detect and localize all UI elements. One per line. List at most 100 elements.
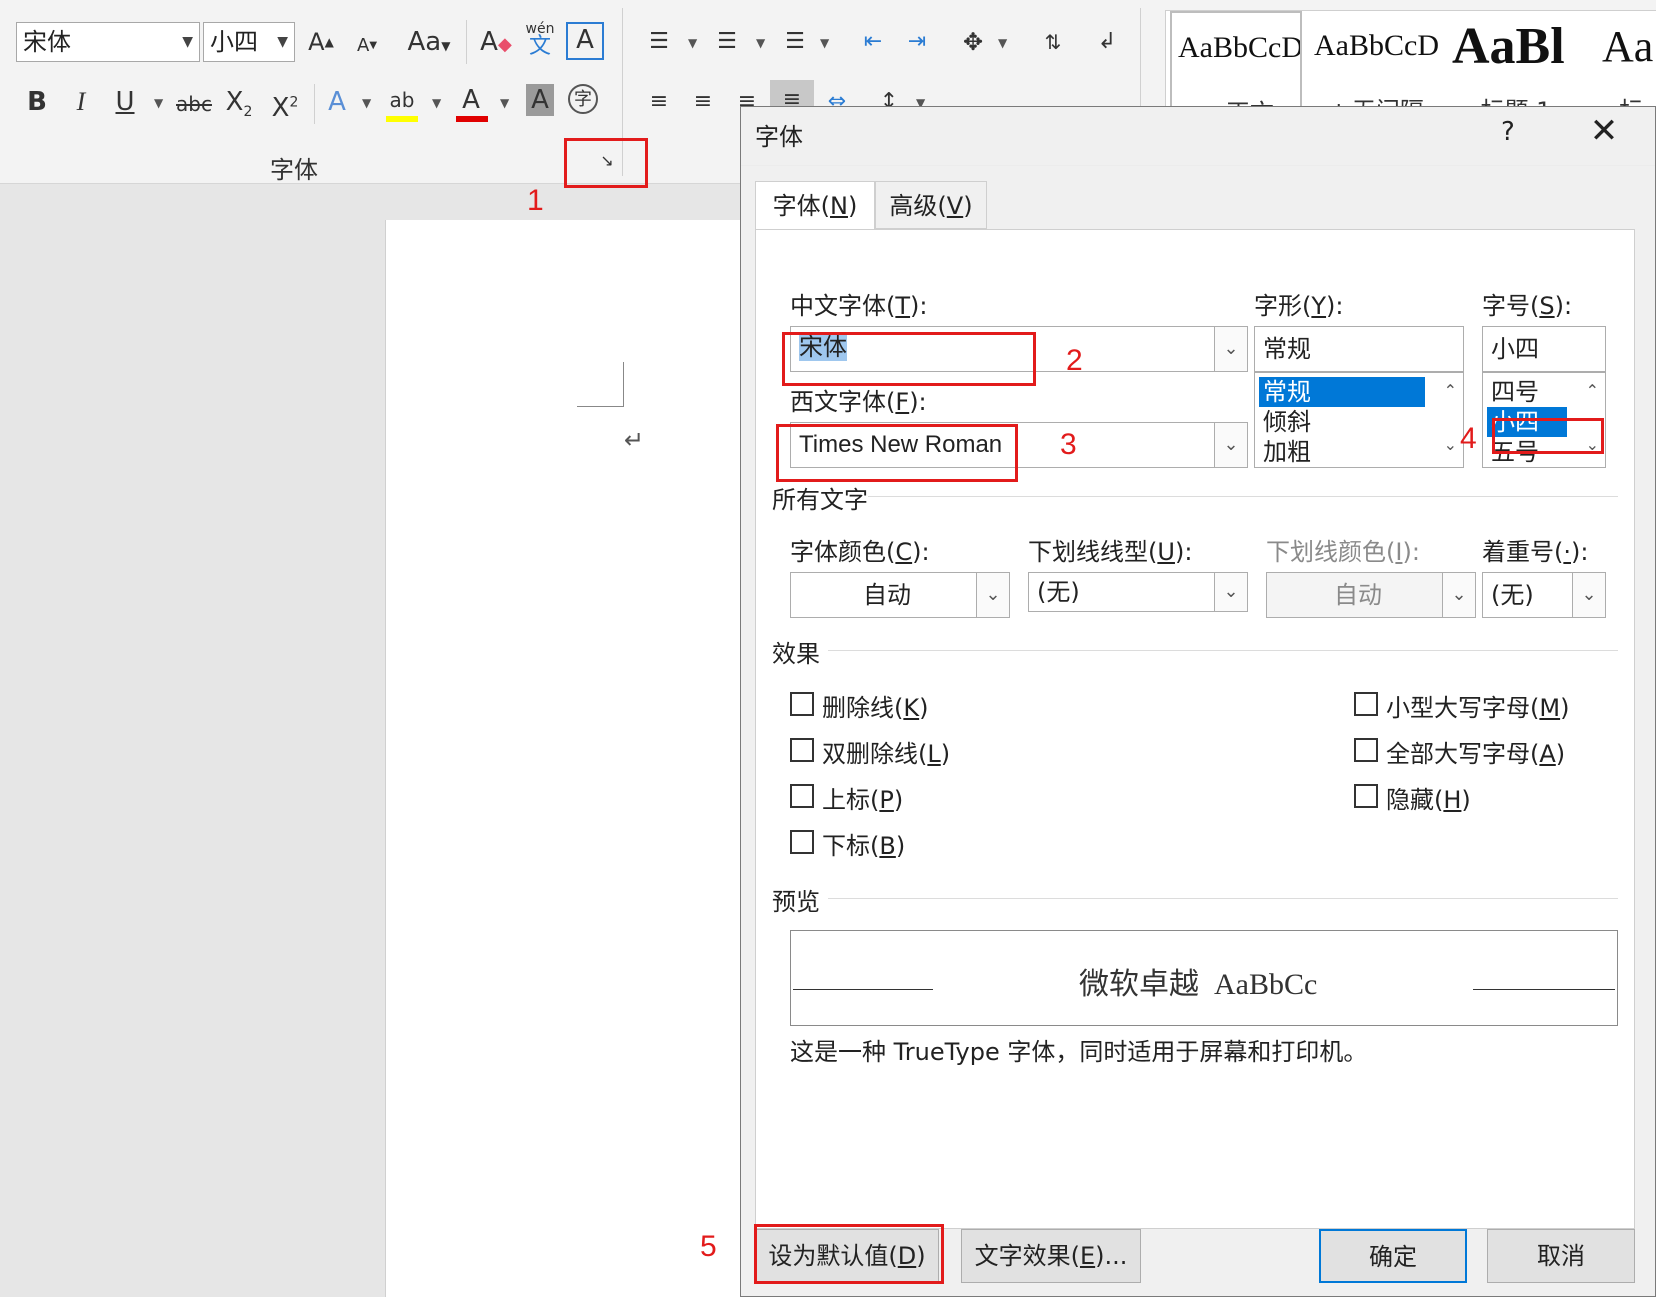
grow-font-button[interactable]: A▲ xyxy=(306,22,336,62)
hidden-label[interactable]: 隐藏(H) xyxy=(1386,780,1471,815)
superscript-2: 2 xyxy=(289,94,299,110)
style-heading-1[interactable]: AaBl 标题 1 xyxy=(1446,11,1586,119)
double-strikethrough-label[interactable]: 双删除线(L) xyxy=(822,734,950,769)
text-effects-dialog-button[interactable]: 文字效果(E)... xyxy=(961,1229,1141,1283)
list-item[interactable]: 四号 xyxy=(1487,377,1539,407)
subscript-label[interactable]: 下标(B) xyxy=(822,826,905,861)
font-style-list[interactable]: 常规 倾斜 加粗 ⌃ ⌄ xyxy=(1254,372,1464,468)
section-divider xyxy=(828,898,1618,899)
highlight-button[interactable]: ab xyxy=(384,80,420,122)
multilevel-list-icon[interactable]: ☰ xyxy=(780,22,810,62)
close-icon[interactable]: ✕ xyxy=(1581,111,1627,151)
chevron-down-icon[interactable]: ▼ xyxy=(277,23,288,61)
style-heading-2[interactable]: Aa 标 xyxy=(1596,11,1656,119)
decrease-indent-icon[interactable]: ⇤ xyxy=(858,22,888,62)
chevron-down-icon[interactable]: ▼ xyxy=(500,96,509,110)
shrink-font-icon: A xyxy=(356,35,370,56)
eraser-icon: A◆ xyxy=(480,27,512,57)
superscript-checkbox[interactable] xyxy=(790,784,814,808)
italic-icon: I xyxy=(76,87,86,116)
font-name-combo[interactable]: 宋体 ▼ xyxy=(16,22,200,62)
list-item[interactable]: 加粗 xyxy=(1259,437,1311,467)
chinese-layout-icon[interactable]: ✥ xyxy=(956,22,990,62)
strikethrough-label[interactable]: 删除线(K) xyxy=(822,688,929,723)
all-caps-label[interactable]: 全部大写字母(A) xyxy=(1386,734,1565,769)
tab-font[interactable]: 字体(N) xyxy=(755,181,875,231)
text-effects-button[interactable]: A xyxy=(322,82,352,122)
chevron-down-icon[interactable]: ▼ xyxy=(362,96,371,110)
ok-button[interactable]: 确定 xyxy=(1319,1229,1467,1283)
numbering-icon[interactable]: ☰ xyxy=(712,22,742,62)
chevron-down-icon[interactable]: ⌄ xyxy=(1572,572,1606,618)
bullets-icon[interactable]: ☰ xyxy=(644,22,674,62)
superscript-button[interactable]: X2 xyxy=(268,82,302,123)
clear-formatting-button[interactable]: A◆ xyxy=(478,22,514,62)
chevron-down-icon[interactable]: ▼ xyxy=(688,36,697,50)
chevron-down-icon[interactable]: ▼ xyxy=(998,36,1007,50)
margin-corner-mark xyxy=(577,406,624,407)
underline-style-value: (无) xyxy=(1037,578,1080,606)
chevron-down-icon[interactable]: ▼ xyxy=(154,96,163,110)
style-normal[interactable]: AaBbCcDd ↵ 正文 xyxy=(1170,11,1302,119)
help-button[interactable]: ? xyxy=(1501,117,1515,147)
section-divider xyxy=(828,650,1618,651)
emphasis-combo[interactable]: (无) ⌄ xyxy=(1482,572,1606,618)
sort-icon[interactable]: ⇅ xyxy=(1038,22,1068,62)
annotation-box-3 xyxy=(776,424,1018,482)
cancel-button[interactable]: 取消 xyxy=(1487,1229,1635,1283)
small-caps-checkbox[interactable] xyxy=(1354,692,1378,716)
chevron-down-icon[interactable]: ▼ xyxy=(432,96,441,110)
chevron-down-icon[interactable]: ▼ xyxy=(756,36,765,50)
phonetic-guide-button[interactable]: wén 文 xyxy=(524,20,556,64)
subscript-checkbox[interactable] xyxy=(790,830,814,854)
shrink-font-button[interactable]: A▼ xyxy=(352,26,382,66)
enclose-char-button[interactable]: 字 xyxy=(568,84,598,114)
superscript-label[interactable]: 上标(P) xyxy=(822,780,903,815)
font-style-input[interactable]: 常规 xyxy=(1254,326,1464,372)
scroll-up-icon[interactable]: ⌃ xyxy=(1444,381,1457,400)
chevron-down-icon: ⌄ xyxy=(1442,572,1476,618)
highlighter-icon: ab xyxy=(389,88,415,112)
style-sample: AaBbCcDd xyxy=(1178,31,1302,64)
italic-button[interactable]: I xyxy=(66,82,96,122)
all-caps-checkbox[interactable] xyxy=(1354,738,1378,762)
subscript-button[interactable]: X2 xyxy=(222,82,256,122)
align-center-icon[interactable]: ≡ xyxy=(688,82,718,122)
chevron-down-icon[interactable]: ⌄ xyxy=(976,572,1010,618)
document-page[interactable]: ↵ xyxy=(385,220,746,1297)
strikethrough-icon: abc xyxy=(176,92,212,116)
chevron-down-icon[interactable]: ▼ xyxy=(820,36,829,50)
list-item[interactable]: 常规 xyxy=(1259,377,1425,407)
char-shading-button[interactable]: A xyxy=(526,84,554,116)
chevron-down-icon[interactable]: ▼ xyxy=(182,23,193,61)
tab-advanced[interactable]: 高级(V) xyxy=(875,181,987,229)
scroll-down-icon[interactable]: ⌄ xyxy=(1444,435,1457,454)
change-case-icon: Aa xyxy=(407,27,442,57)
increase-indent-icon[interactable]: ⇥ xyxy=(902,22,932,62)
grow-font-icon: A xyxy=(308,28,325,56)
chevron-down-icon[interactable]: ⌄ xyxy=(1214,572,1248,612)
font-color-button[interactable]: A xyxy=(454,80,488,122)
scroll-up-icon[interactable]: ⌃ xyxy=(1586,381,1599,400)
font-size-input[interactable]: 小四 xyxy=(1482,326,1606,372)
emphasis-value: (无) xyxy=(1491,581,1534,609)
align-left-icon[interactable]: ≡ xyxy=(644,82,674,122)
hidden-checkbox[interactable] xyxy=(1354,784,1378,808)
char-border-button[interactable]: A xyxy=(566,22,604,60)
change-case-button[interactable]: Aa▼ xyxy=(400,22,458,62)
underline-style-combo[interactable]: (无) ⌄ xyxy=(1028,572,1248,612)
show-marks-icon[interactable]: ↲ xyxy=(1090,22,1124,62)
strikethrough-checkbox[interactable] xyxy=(790,692,814,716)
bold-button[interactable]: B xyxy=(22,82,52,122)
chevron-down-icon[interactable]: ⌄ xyxy=(1214,326,1248,372)
chevron-down-icon[interactable]: ⌄ xyxy=(1214,422,1248,468)
font-size-combo[interactable]: 小四 ▼ xyxy=(203,22,295,62)
style-no-spacing[interactable]: AaBbCcDd ↵ 无间隔 xyxy=(1308,11,1440,119)
small-caps-label[interactable]: 小型大写字母(M) xyxy=(1386,688,1569,723)
font-color-combo[interactable]: 自动 ⌄ xyxy=(790,572,1010,618)
strikethrough-button[interactable]: abc xyxy=(174,84,214,124)
list-item[interactable]: 倾斜 xyxy=(1259,407,1311,437)
double-strikethrough-checkbox[interactable] xyxy=(790,738,814,762)
underline-button[interactable]: U xyxy=(110,82,140,122)
font-style-label: 字形(Y): xyxy=(1254,292,1344,320)
